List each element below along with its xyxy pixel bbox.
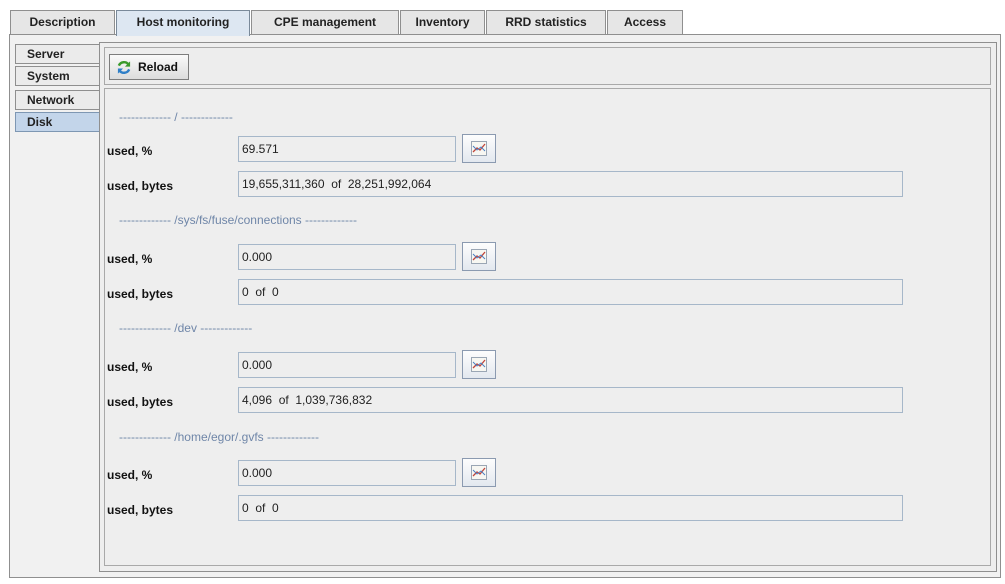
used-percent-field[interactable]: 0.000 [238,352,456,378]
used-percent-label: used, % [107,468,153,482]
used-bytes-label: used, bytes [107,503,174,517]
used-bytes-label: used, bytes [107,395,174,409]
used-bytes-label: used, bytes [107,179,174,193]
disk-header: ------------- /sys/fs/fuse/connections -… [119,213,357,227]
side-tab-network[interactable]: Network [15,90,99,110]
tab-inventory[interactable]: Inventory [400,10,485,34]
used-bytes-label: used, bytes [107,287,174,301]
chart-icon [471,141,487,156]
used-percent-field[interactable]: 0.000 [238,244,456,270]
disk-list: ------------- / ------------- used, % 69… [104,88,991,566]
used-percent-field[interactable]: 0.000 [238,460,456,486]
side-tab-system[interactable]: System [15,66,99,86]
side-tab-server[interactable]: Server [15,44,99,64]
chart-button[interactable] [462,350,496,379]
chart-icon [471,249,487,264]
tab-access[interactable]: Access [607,10,683,34]
used-percent-field[interactable]: 69.571 [238,136,456,162]
tab-rrd-statistics[interactable]: RRD statistics [486,10,606,34]
used-percent-label: used, % [107,252,153,266]
used-percent-label: used, % [107,144,153,158]
tab-description[interactable]: Description [10,10,115,34]
chart-icon [471,357,487,372]
reload-button[interactable]: Reload [109,54,189,80]
toolbar: Reload [104,47,991,85]
used-bytes-field[interactable]: 0 of 0 [238,495,903,521]
disk-header: ------------- / ------------- [119,110,233,124]
used-bytes-field[interactable]: 0 of 0 [238,279,903,305]
chart-button[interactable] [462,458,496,487]
reload-label: Reload [138,60,179,74]
tab-cpe-management[interactable]: CPE management [251,10,399,34]
chart-button[interactable] [462,134,496,163]
used-bytes-field[interactable]: 4,096 of 1,039,736,832 [238,387,903,413]
disk-header: ------------- /dev ------------- [119,321,253,335]
used-percent-label: used, % [107,360,153,374]
disk-header: ------------- /home/egor/.gvfs ---------… [119,430,319,444]
used-bytes-field[interactable]: 19,655,311,360 of 28,251,992,064 [238,171,903,197]
refresh-icon [117,60,131,75]
chart-icon [471,465,487,480]
side-tab-disk[interactable]: Disk [15,112,99,132]
tab-host-monitoring[interactable]: Host monitoring [116,10,250,36]
chart-button[interactable] [462,242,496,271]
